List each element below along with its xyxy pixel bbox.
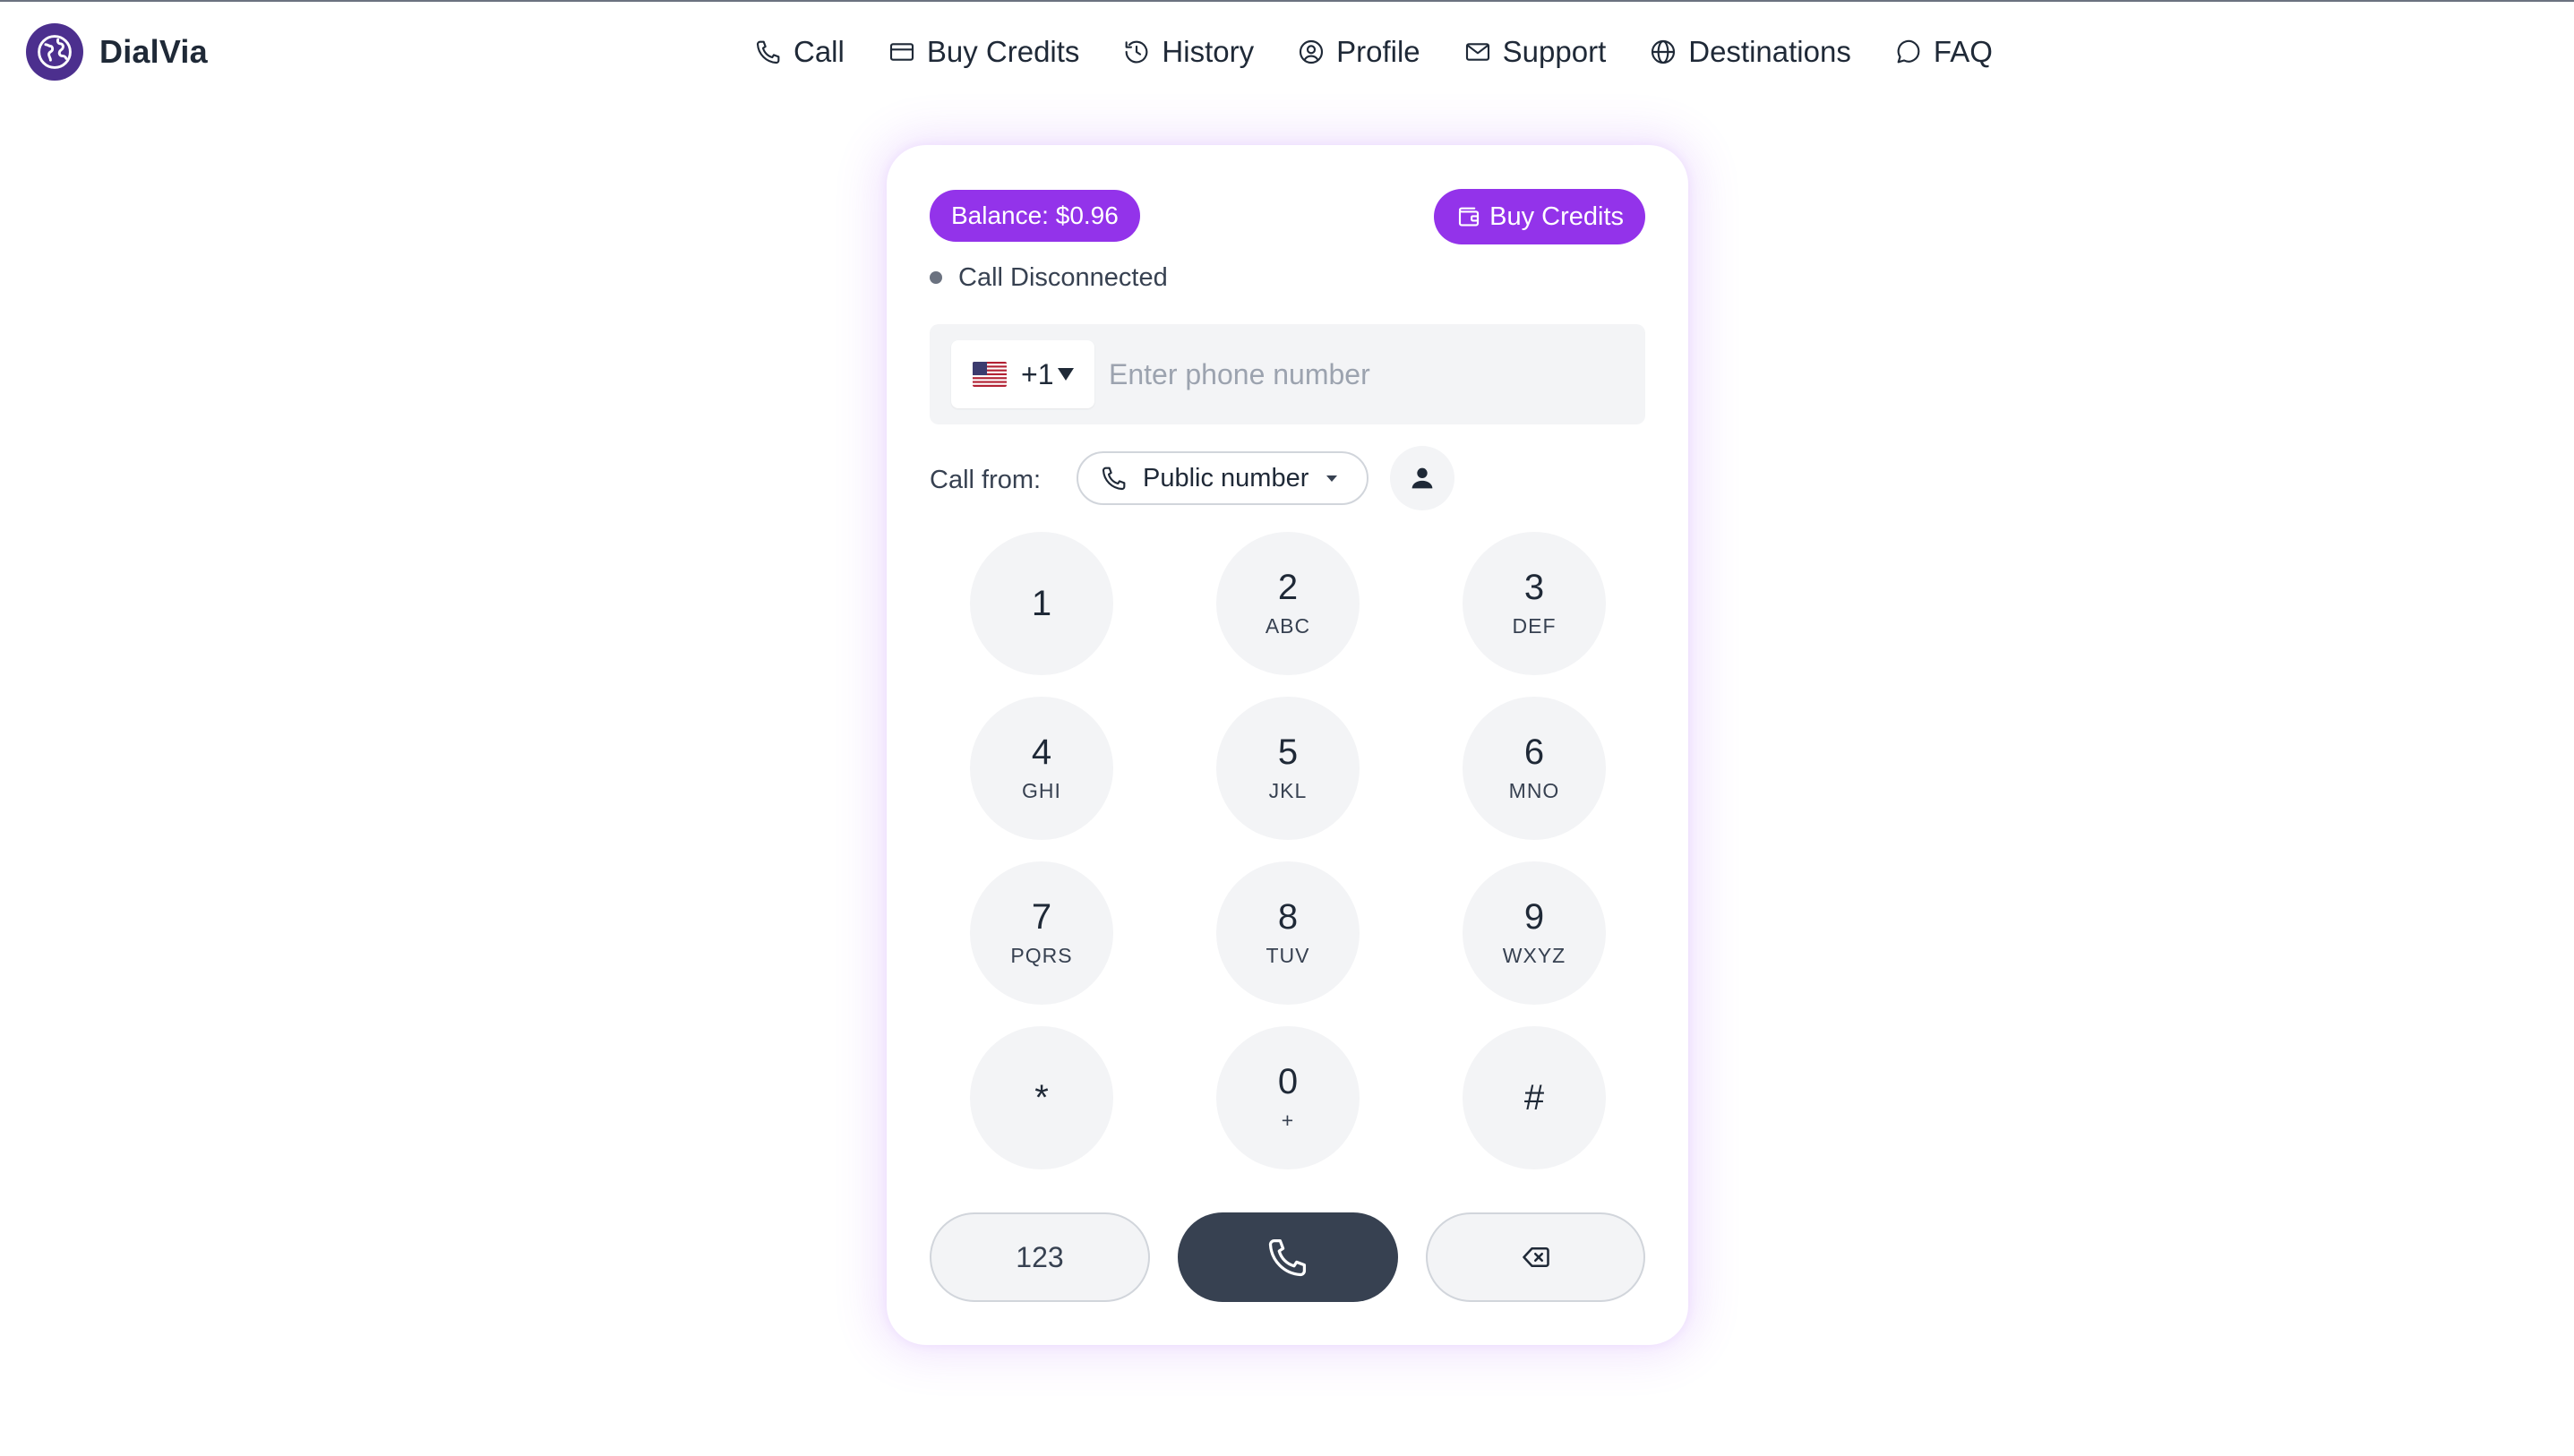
dial-code: +1 [1021, 357, 1054, 390]
buy-credits-button[interactable]: Buy Credits [1434, 189, 1645, 244]
dial-key-letters: DEF [1512, 614, 1557, 638]
nav-item-history[interactable]: History [1117, 23, 1259, 81]
dial-key-letters: TUV [1266, 944, 1310, 967]
chat-bubble-icon [1897, 39, 1920, 64]
mail-icon [1465, 43, 1489, 61]
dial-key-letters: GHI [1022, 779, 1061, 802]
person-icon [1411, 467, 1433, 489]
phone-icon [1268, 1238, 1307, 1277]
globe-logo-icon [26, 23, 83, 81]
dial-key-letters: WXYZ [1502, 944, 1566, 967]
brand-logo-link[interactable]: DialVia [26, 23, 208, 81]
dial-key[interactable]: 3 DEF [1463, 532, 1606, 675]
country-code-select[interactable]: +1 [951, 340, 1094, 408]
nav-label: Profile [1336, 35, 1420, 68]
dial-key[interactable]: 1 [970, 532, 1113, 675]
call-from-select[interactable]: Public number [1077, 451, 1369, 505]
dial-key-digit: * [1034, 1078, 1049, 1118]
dial-key[interactable]: 6 MNO [1463, 697, 1606, 840]
history-icon [1126, 40, 1148, 64]
top-navigation-bar: DialVia Call Buy Credits History Profile… [0, 2, 2574, 100]
brand-name: DialVia [99, 33, 208, 70]
dial-key-letters: PQRS [1010, 944, 1073, 967]
dial-key-letters: JKL [1268, 779, 1308, 802]
status-dot [930, 271, 942, 284]
call-status: Call Disconnected [930, 258, 1168, 297]
dialer-card: Balance: $0.96 Buy Credits Call Disconne… [887, 145, 1688, 1345]
nav-item-buy-credits[interactable]: Buy Credits [882, 23, 1085, 81]
nav-item-profile[interactable]: Profile [1291, 23, 1426, 81]
us-flag-icon [973, 362, 1007, 387]
dial-key-digit: 1 [1031, 584, 1052, 623]
globe-icon [1652, 39, 1676, 64]
call-from-value: Public number [1143, 463, 1309, 492]
keypad-mode-label: 123 [1016, 1240, 1064, 1273]
main-nav: Call Buy Credits History Profile Support… [749, 23, 1998, 81]
dial-key-digit: 5 [1277, 732, 1299, 772]
nav-label: History [1162, 35, 1255, 68]
backspace-icon [1522, 1246, 1549, 1268]
call-from-label: Call from: [930, 465, 1042, 494]
phone-icon [1102, 467, 1126, 491]
dial-key[interactable]: * [970, 1026, 1113, 1169]
dial-key-letters: ABC [1265, 614, 1311, 638]
nav-label: Call [794, 35, 845, 68]
nav-item-call[interactable]: Call [749, 23, 850, 81]
wallet-icon [1459, 207, 1480, 227]
phone-icon [756, 40, 780, 64]
nav-label: Support [1502, 35, 1607, 68]
credit-card-icon [889, 43, 914, 61]
nav-label: FAQ [1933, 35, 1993, 68]
nav-item-support[interactable]: Support [1458, 23, 1612, 81]
balance-badge: Balance: $0.96 [930, 190, 1140, 242]
nav-label: Destinations [1688, 35, 1851, 68]
dial-key[interactable]: 0 + [1216, 1026, 1360, 1169]
dial-key-digit: 6 [1523, 732, 1545, 772]
user-circle-icon [1300, 39, 1324, 64]
keypad-mode-button[interactable]: 123 [930, 1212, 1150, 1302]
dial-key-digit: 8 [1277, 897, 1299, 937]
dial-key[interactable]: 4 GHI [970, 697, 1113, 840]
dial-key-digit: 2 [1277, 568, 1299, 607]
nav-item-destinations[interactable]: Destinations [1643, 23, 1857, 81]
dial-key-digit: 7 [1031, 897, 1052, 937]
dial-key-letters: + [1281, 1109, 1295, 1132]
status-text: Call Disconnected [958, 262, 1168, 292]
dial-key[interactable]: # [1463, 1026, 1606, 1169]
dial-key-digit: 0 [1277, 1062, 1299, 1101]
dial-key[interactable]: 8 TUV [1216, 861, 1360, 1005]
buy-credits-label: Buy Credits [1489, 201, 1624, 231]
phone-entry: +1 [930, 324, 1645, 424]
nav-item-faq[interactable]: FAQ [1889, 23, 1998, 81]
nav-label: Buy Credits [926, 35, 1080, 68]
dial-key-digit: 3 [1523, 568, 1545, 607]
dial-key[interactable]: 5 JKL [1216, 697, 1360, 840]
dial-key-digit: # [1523, 1078, 1545, 1118]
phone-number-input[interactable] [1109, 340, 1628, 408]
dial-key[interactable]: 9 WXYZ [1463, 861, 1606, 1005]
backspace-button[interactable] [1426, 1212, 1645, 1302]
dial-key-digit: 9 [1523, 897, 1545, 937]
dial-key[interactable]: 2 ABC [1216, 532, 1360, 675]
dial-key-digit: 4 [1031, 732, 1052, 772]
dropdown-triangle-icon [1058, 368, 1075, 381]
dial-key-letters: MNO [1508, 779, 1560, 802]
caret-down-icon [1326, 475, 1338, 482]
call-button[interactable] [1178, 1212, 1398, 1302]
dial-key[interactable]: 7 PQRS [970, 861, 1113, 1005]
contacts-button[interactable] [1390, 446, 1454, 510]
